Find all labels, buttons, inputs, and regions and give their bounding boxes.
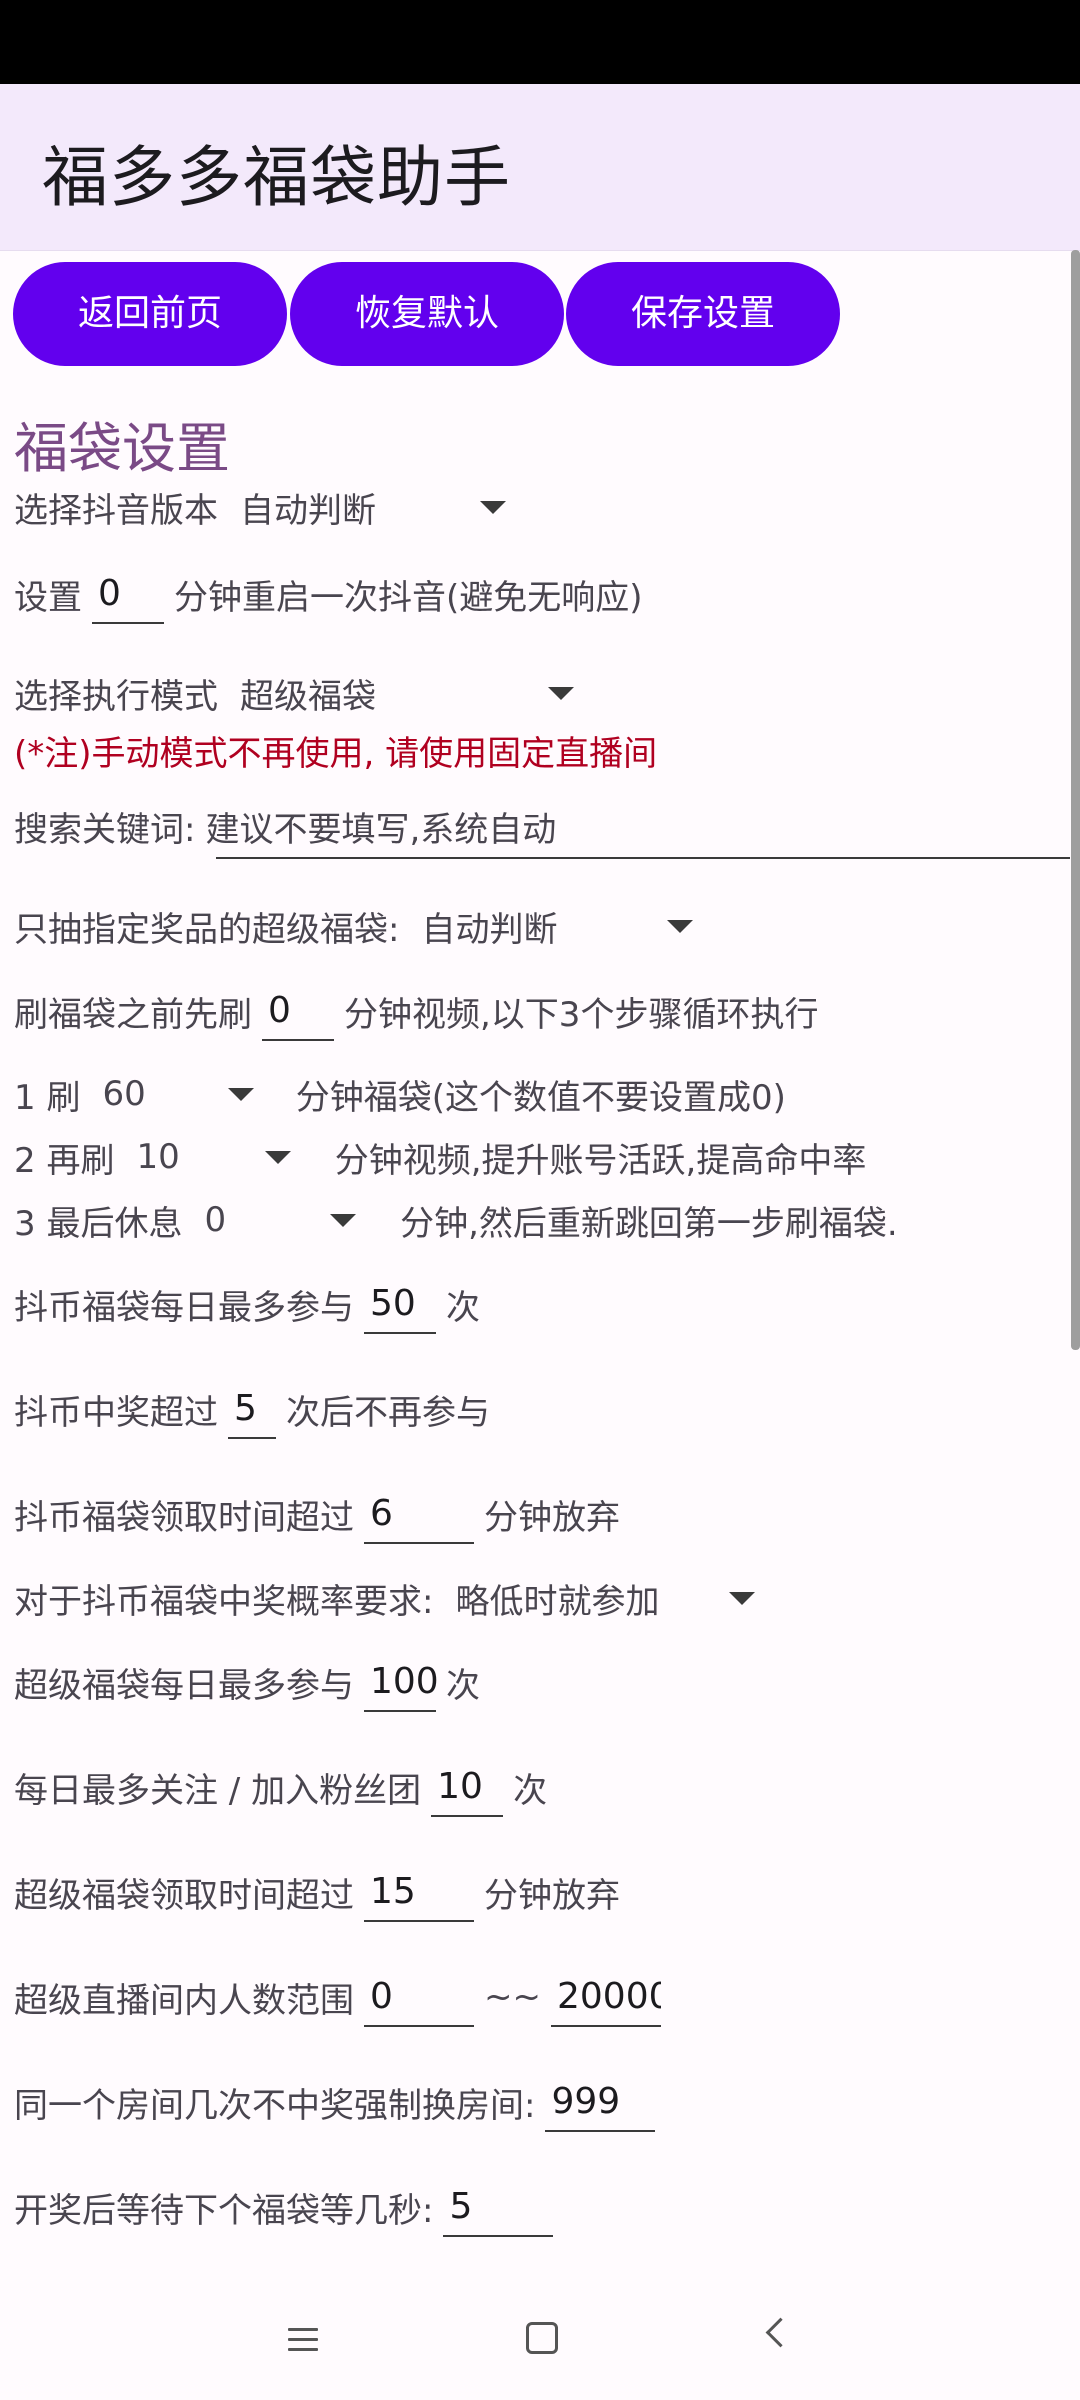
pre-video-prefix: 刷福袋之前先刷 bbox=[14, 994, 252, 1035]
viewers-max-input[interactable]: 20000 bbox=[550, 1967, 661, 2027]
dropdown-caret-icon bbox=[227, 1087, 254, 1101]
mode-select[interactable]: 超级福袋 bbox=[240, 663, 574, 723]
coin-time-prefix: 抖币福袋领取时间超过 bbox=[14, 1497, 354, 1538]
step2-minutes-select[interactable]: 10 bbox=[136, 1127, 291, 1187]
coin-daily-row: 抖币福袋每日最多参与 50 次 bbox=[14, 1269, 480, 1339]
prize-filter-label: 只抽指定奖品的超级福袋: bbox=[14, 909, 400, 950]
coin-prob-select[interactable]: 略低时就参加 bbox=[455, 1568, 756, 1628]
restart-prefix: 设置 bbox=[14, 577, 82, 618]
douyin-version-label: 选择抖音版本 bbox=[14, 490, 218, 531]
mode-note: (*注)手动模式不再使用, 请使用固定直播间 bbox=[14, 733, 658, 774]
follow-daily-row: 每日最多关注 / 加入粉丝团 10 次 bbox=[14, 1752, 547, 1822]
dropdown-caret-icon bbox=[264, 1150, 291, 1164]
menu-icon[interactable] bbox=[288, 2328, 318, 2352]
prize-filter-row: 只抽指定奖品的超级福袋: 自动判断 bbox=[14, 891, 694, 961]
status-bar bbox=[0, 0, 1080, 84]
wait-next-prefix: 开奖后等待下个福袋等几秒: bbox=[14, 2190, 434, 2231]
room-switch-input[interactable]: 999 bbox=[545, 2072, 656, 2132]
step2-prefix: 2 再刷 bbox=[14, 1140, 115, 1181]
super-time-input[interactable]: 15 bbox=[364, 1862, 474, 1922]
mode-label: 选择执行模式 bbox=[14, 676, 218, 717]
step3-prefix: 3 最后休息 bbox=[14, 1203, 183, 1244]
dropdown-caret-icon bbox=[667, 919, 694, 933]
step1-prefix: 1 刷 bbox=[14, 1077, 81, 1118]
coin-prob-label: 对于抖币福袋中奖概率要求: bbox=[14, 1581, 434, 1622]
super-time-prefix: 超级福袋领取时间超过 bbox=[14, 1875, 354, 1916]
douyin-version-row: 选择抖音版本 自动判断 bbox=[14, 472, 506, 542]
step3-suffix: 分钟,然后重新跳回第一步刷福袋. bbox=[400, 1203, 898, 1244]
wait-next-input[interactable]: 5 bbox=[443, 2177, 554, 2237]
follow-daily-prefix: 每日最多关注 / 加入粉丝团 bbox=[14, 1770, 422, 1811]
app-bar: 福多多福袋助手 bbox=[0, 84, 1080, 251]
step3-minutes-select[interactable]: 0 bbox=[204, 1190, 357, 1250]
search-row: 搜索关键词: 建议不要填写,系统自动 bbox=[14, 791, 556, 861]
reset-defaults-button[interactable]: 恢复默认 bbox=[290, 262, 564, 366]
super-time-row: 超级福袋领取时间超过 15 分钟放弃 bbox=[14, 1857, 620, 1927]
viewers-row: 超级直播间内人数范围 0 ~~ 20000 bbox=[14, 1962, 671, 2032]
app-title: 福多多福袋助手 bbox=[42, 139, 511, 216]
prize-filter-select[interactable]: 自动判断 bbox=[421, 896, 694, 956]
home-icon[interactable] bbox=[526, 2322, 558, 2354]
pre-video-minutes-input[interactable]: 0 bbox=[262, 981, 334, 1041]
search-input[interactable]: 建议不要填写,系统自动 bbox=[205, 802, 556, 851]
coin-win-suffix: 次后不再参与 bbox=[286, 1392, 490, 1433]
follow-daily-suffix: 次 bbox=[513, 1770, 548, 1811]
step2-suffix: 分钟视频,提升账号活跃,提高命中率 bbox=[334, 1140, 867, 1181]
wait-next-row: 开奖后等待下个福袋等几秒: 5 bbox=[14, 2172, 563, 2242]
douyin-version-select[interactable]: 自动判断 bbox=[240, 477, 506, 537]
search-input-underline bbox=[216, 857, 1070, 859]
search-label: 搜索关键词: bbox=[14, 809, 196, 850]
step1-suffix: 分钟福袋(这个数值不要设置成0) bbox=[295, 1077, 786, 1118]
restart-suffix: 分钟重启一次抖音(避免无响应) bbox=[174, 577, 643, 618]
viewers-prefix: 超级直播间内人数范围 bbox=[14, 1980, 354, 2021]
dropdown-caret-icon bbox=[548, 686, 574, 700]
step3-row: 3 最后休息 0 分钟,然后重新跳回第一步刷福袋. bbox=[14, 1185, 898, 1255]
dropdown-caret-icon bbox=[480, 500, 506, 514]
dropdown-caret-icon bbox=[729, 1591, 756, 1605]
viewers-min-input[interactable]: 0 bbox=[364, 1967, 474, 2027]
pre-video-row: 刷福袋之前先刷 0 分钟视频,以下3个步骤循环执行 bbox=[14, 976, 818, 1046]
restart-minutes-input[interactable]: 0 bbox=[92, 564, 164, 624]
follow-daily-input[interactable]: 10 bbox=[431, 1757, 504, 1817]
step1-minutes-select[interactable]: 60 bbox=[102, 1064, 254, 1124]
coin-daily-input[interactable]: 50 bbox=[364, 1274, 436, 1334]
coin-prob-row: 对于抖币福袋中奖概率要求: 略低时就参加 bbox=[14, 1563, 756, 1633]
coin-win-prefix: 抖币中奖超过 bbox=[14, 1392, 218, 1433]
super-daily-prefix: 超级福袋每日最多参与 bbox=[14, 1665, 354, 1706]
step2-row: 2 再刷 10 分钟视频,提升账号活跃,提高命中率 bbox=[14, 1122, 866, 1192]
step1-row: 1 刷 60 分钟福袋(这个数值不要设置成0) bbox=[14, 1059, 786, 1129]
pre-video-suffix: 分钟视频,以下3个步骤循环执行 bbox=[344, 994, 819, 1035]
coin-win-row: 抖币中奖超过 5 次后不再参与 bbox=[14, 1374, 490, 1444]
super-daily-suffix: 次 bbox=[446, 1665, 480, 1706]
coin-win-input[interactable]: 5 bbox=[228, 1379, 276, 1439]
coin-daily-suffix: 次 bbox=[446, 1287, 480, 1328]
coin-time-input[interactable]: 6 bbox=[364, 1484, 474, 1544]
dropdown-caret-icon bbox=[330, 1213, 357, 1227]
save-settings-button[interactable]: 保存设置 bbox=[566, 262, 840, 366]
viewers-separator: ~~ bbox=[484, 1977, 541, 2017]
coin-time-suffix: 分钟放弃 bbox=[484, 1497, 620, 1538]
back-icon[interactable] bbox=[765, 2317, 796, 2348]
coin-time-row: 抖币福袋领取时间超过 6 分钟放弃 bbox=[14, 1479, 620, 1549]
coin-daily-prefix: 抖币福袋每日最多参与 bbox=[14, 1287, 354, 1328]
super-time-suffix: 分钟放弃 bbox=[484, 1875, 620, 1916]
room-switch-row: 同一个房间几次不中奖强制换房间: 999 bbox=[14, 2067, 665, 2137]
scrollbar[interactable] bbox=[1071, 250, 1080, 1350]
room-switch-prefix: 同一个房间几次不中奖强制换房间: bbox=[14, 2085, 536, 2126]
restart-row: 设置 0 分钟重启一次抖音(避免无响应) bbox=[14, 559, 643, 629]
back-button[interactable]: 返回前页 bbox=[13, 262, 287, 366]
super-daily-row: 超级福袋每日最多参与 100 次 bbox=[14, 1647, 480, 1717]
super-daily-input[interactable]: 100 bbox=[364, 1652, 439, 1712]
